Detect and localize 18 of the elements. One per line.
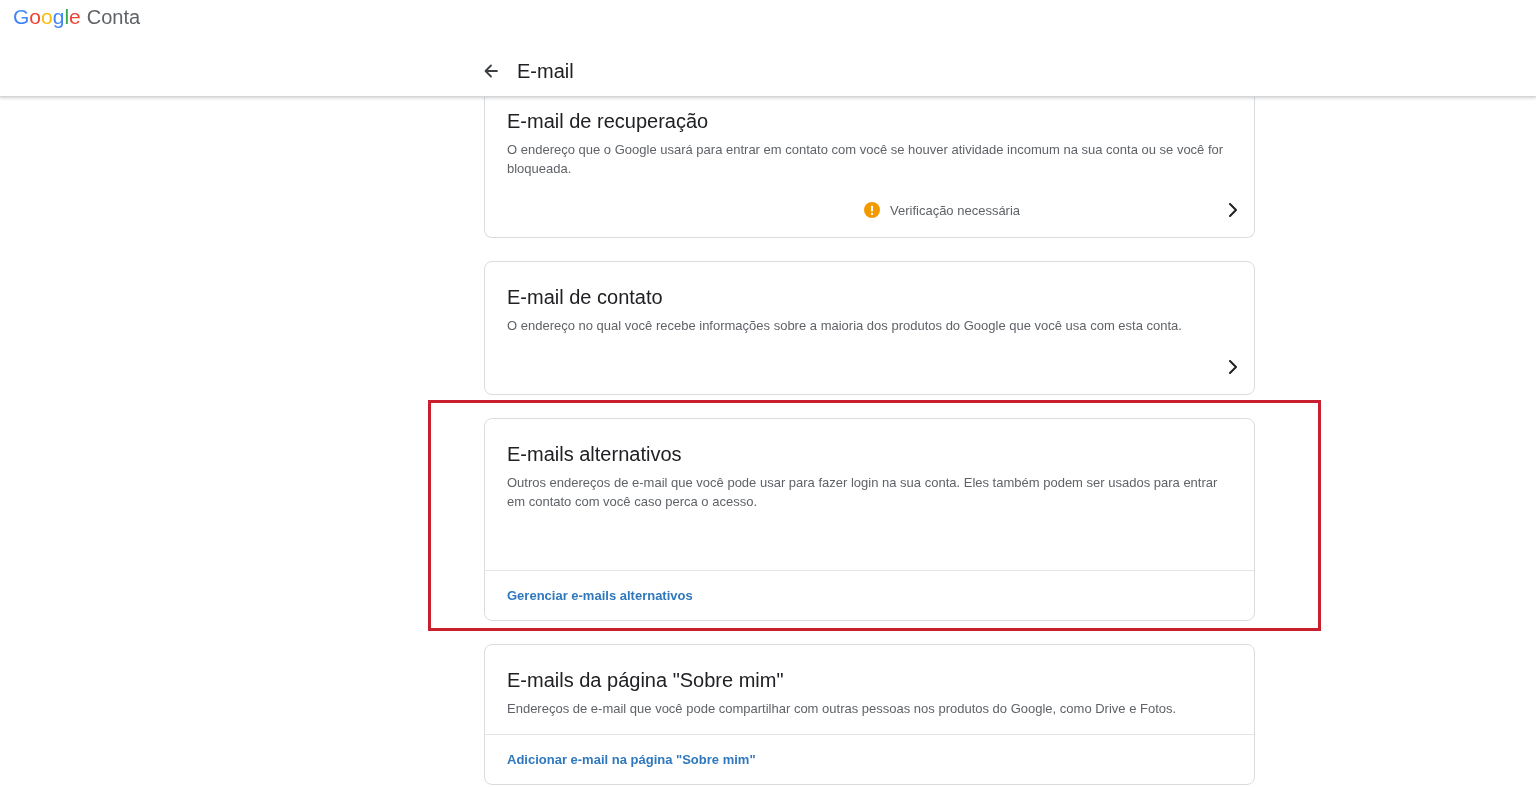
card-title: E-mails alternativos xyxy=(507,443,683,465)
card-description: Outros endereços de e-mail que você pode usar para fazer login na sua conta. Eles também podem ser usados para entrar em contato com você caso perca o acesso. xyxy=(507,474,1219,511)
status-text: Verificação necessária xyxy=(890,201,1021,220)
card-description: Endereços de e-mail que você pode compartilhar com outras pessoas nos produtos do Google, como Drive e Fotos. xyxy=(507,700,1178,718)
page-title: E-mail xyxy=(517,59,574,83)
card-title: E-mails da página "Sobre mim" xyxy=(507,669,785,691)
card-description: O endereço que o Google usará para entrar em contato com você se houver atividade incomum na sua conta ou se você for bloqueada. xyxy=(507,141,1225,178)
card-link[interactable]: Adicionar e-mail na página "Sobre mim" xyxy=(507,750,756,769)
product-name: Conta xyxy=(86,5,141,29)
chevron-right-icon[interactable] xyxy=(1229,360,1237,374)
warning-icon xyxy=(864,202,880,218)
logo-wordmark[interactable]: Google xyxy=(13,5,81,29)
card-title: E-mail de contato xyxy=(507,286,664,308)
card-description: O endereço no qual você recebe informações sobre a maioria dos produtos do Google que você usa com esta conta. xyxy=(507,317,1183,335)
card-title: E-mail de recuperação xyxy=(507,110,710,132)
chevron-right-icon[interactable] xyxy=(1229,203,1237,217)
back-arrow-icon[interactable] xyxy=(484,64,498,78)
card-link[interactable]: Gerenciar e-mails alternativos xyxy=(507,586,693,605)
